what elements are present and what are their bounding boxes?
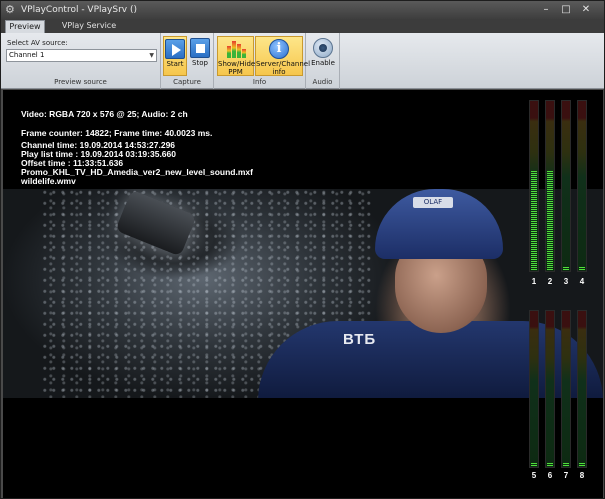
group-caption-info: Info	[252, 78, 267, 86]
audio-meter-2	[545, 100, 555, 272]
audio-meter-label: 5	[531, 471, 537, 480]
tab-strip: Preview VPlay Service Control	[1, 19, 604, 42]
info-icon: i	[269, 39, 289, 59]
ppm-label-1: Show/Hide	[218, 60, 256, 68]
audio-meter-label: 6	[547, 471, 553, 480]
group-audio: Enable Audio	[306, 33, 340, 89]
audio-meter-level	[531, 171, 537, 270]
ppm-label-2: PPM	[228, 68, 243, 76]
minimize-button[interactable]: –	[538, 3, 554, 16]
audio-meter-label: 3	[563, 277, 569, 286]
helmet-logo: OLAF	[413, 197, 453, 208]
window-title: VPlayControl - VPlaySrv ()	[21, 5, 137, 15]
source-label: Select AV source:	[7, 39, 68, 47]
audio-meter-8	[577, 310, 587, 468]
audio-meter-label: 8	[579, 471, 585, 480]
tab-vplay-service-control[interactable]: VPlay Service Control	[49, 20, 129, 42]
next-clip-text: wildelife.wmv	[21, 176, 76, 186]
audio-meter-label: 7	[563, 471, 569, 480]
ribbon: Select AV source: Channel 1 ▼ Preview so…	[1, 33, 604, 89]
stop-label: Stop	[192, 59, 208, 67]
server-label-2: info	[272, 68, 286, 76]
video-preview[interactable]: ВТБ OLAF Video: RGBA 720 x 576 @ 25; Aud…	[3, 90, 603, 498]
group-preview-source: Select AV source: Channel 1 ▼ Preview so…	[1, 33, 161, 89]
audio-meter-level	[563, 463, 569, 466]
speaker-icon	[313, 38, 333, 58]
audio-meter-level	[579, 267, 585, 270]
maximize-button[interactable]: □	[558, 3, 574, 16]
ppm-icon	[226, 39, 246, 59]
av-source-select[interactable]: Channel 1 ▼	[6, 49, 157, 62]
group-capture: Start Stop Capture	[161, 33, 214, 89]
group-caption-preview-source: Preview source	[54, 78, 107, 86]
audio-meter-level	[547, 463, 553, 466]
enable-audio-button[interactable]: Enable	[309, 36, 337, 76]
stop-button[interactable]: Stop	[188, 36, 212, 76]
enable-label: Enable	[311, 59, 335, 67]
video-frame: ВТБ OLAF	[3, 189, 603, 398]
show-hide-ppm-button[interactable]: Show/Hide PPM	[217, 36, 256, 76]
frame-info-text: Frame counter: 14822; Frame time: 40.002…	[21, 128, 213, 138]
audio-meter-label: 1	[531, 277, 537, 286]
stop-icon	[190, 38, 210, 58]
server-label-1: Server/Channel	[256, 60, 311, 68]
audio-meter-4	[577, 100, 587, 272]
audio-meter-6	[545, 310, 555, 468]
close-button[interactable]: ✕	[578, 3, 594, 16]
av-source-value: Channel 1	[9, 51, 45, 59]
tab-preview[interactable]: Preview	[5, 20, 45, 33]
audio-meter-label: 2	[547, 277, 553, 286]
server-channel-info-button[interactable]: i Server/Channel info	[255, 36, 311, 76]
jersey-sponsor-text: ВТБ	[343, 331, 377, 348]
group-caption-capture: Capture	[173, 78, 201, 86]
title-bar: ⚙ VPlayControl - VPlaySrv () – □ ✕	[1, 1, 604, 19]
audio-meter-level	[547, 171, 553, 270]
audio-meter-3	[561, 100, 571, 272]
play-icon	[165, 39, 185, 59]
video-info-text: Video: RGBA 720 x 576 @ 25; Audio: 2 ch	[21, 109, 188, 119]
audio-meter-7	[561, 310, 571, 468]
chevron-down-icon: ▼	[149, 52, 154, 59]
group-info: Show/Hide PPM i Server/Channel info Info	[214, 33, 311, 89]
audio-meter-level	[563, 267, 569, 270]
start-button[interactable]: Start	[163, 36, 187, 76]
audio-meter-level	[579, 463, 585, 466]
audio-meter-label: 4	[579, 277, 585, 286]
audio-meter-1	[529, 100, 539, 272]
app-icon: ⚙	[5, 3, 15, 16]
start-label: Start	[166, 60, 184, 68]
audio-meter-5	[529, 310, 539, 468]
audio-meter-level	[531, 463, 537, 466]
main-window: ⚙ VPlayControl - VPlaySrv () – □ ✕ Previ…	[0, 0, 605, 499]
group-caption-audio: Audio	[312, 78, 333, 86]
